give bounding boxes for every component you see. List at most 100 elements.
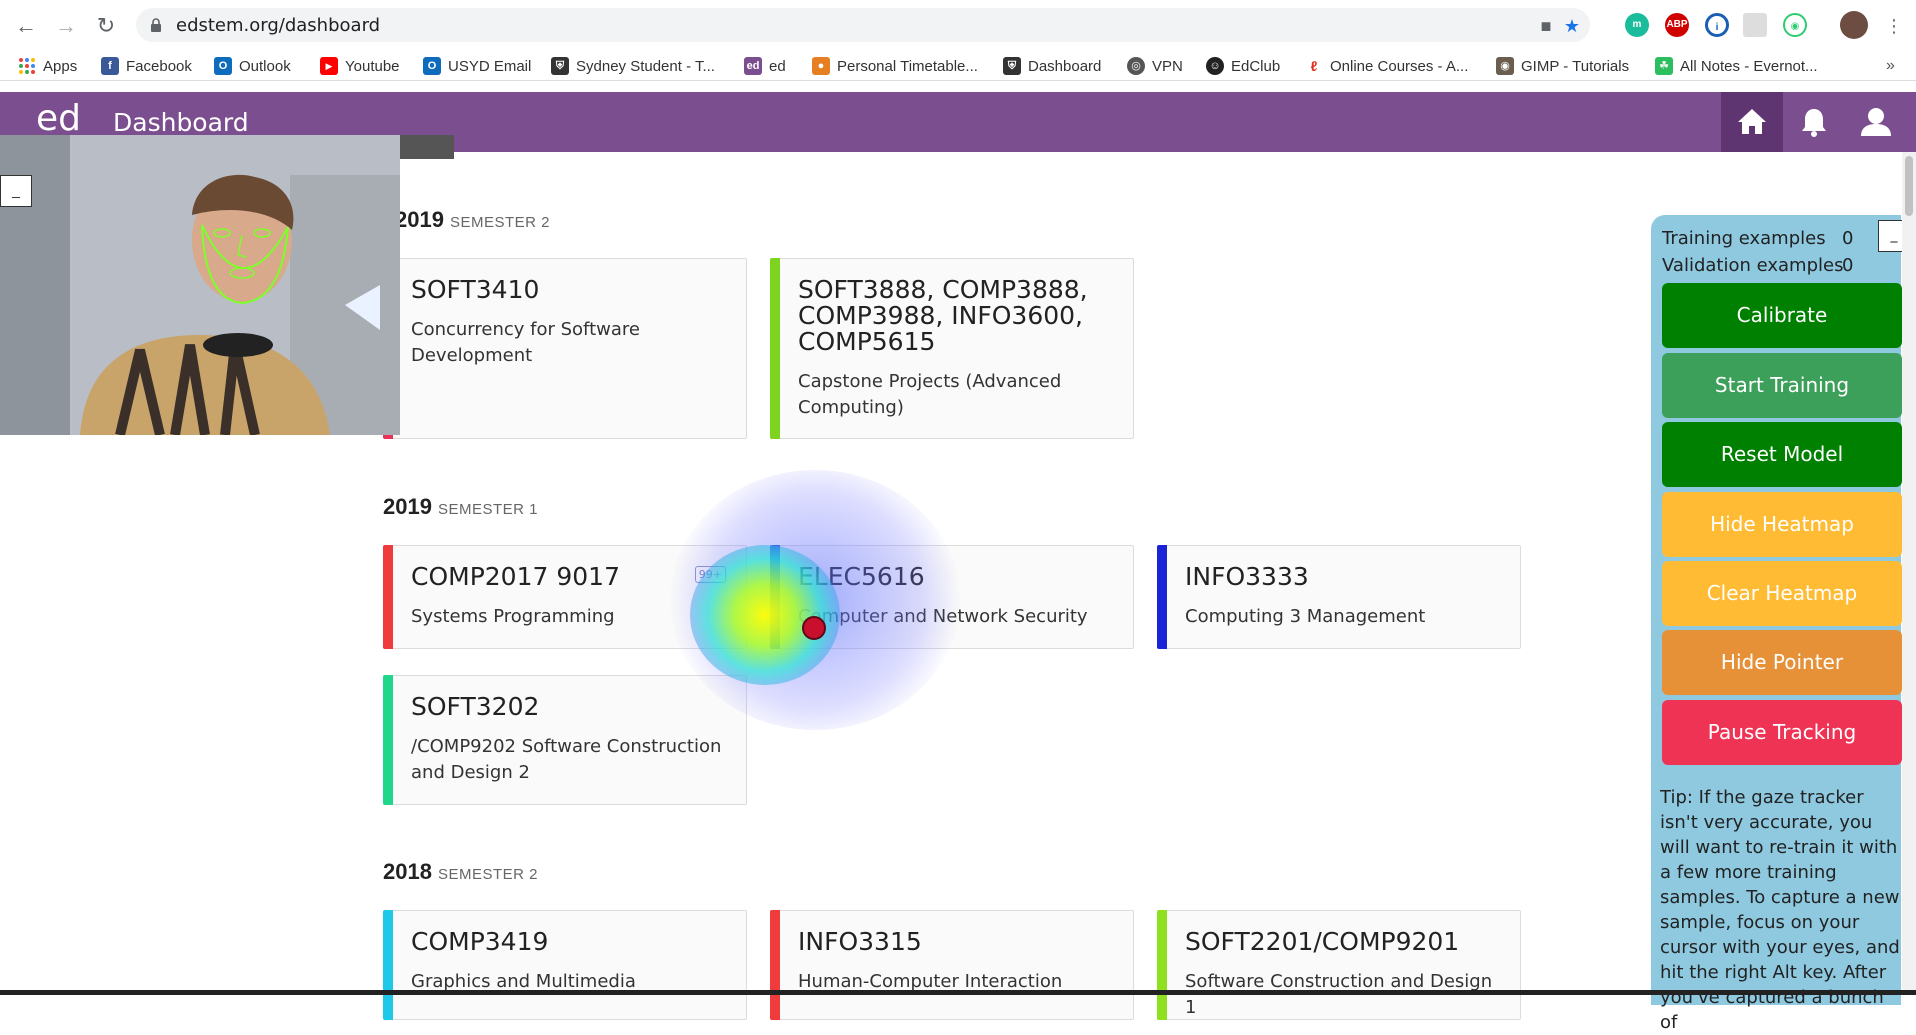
hide-pointer-button[interactable]: Hide Pointer <box>1662 630 1902 695</box>
bookmark-outlook[interactable]: O Outlook <box>214 56 291 76</box>
course-card-comp2017[interactable]: COMP2017 9017 Systems Programming 99+ <box>383 545 747 649</box>
password-manager-icon[interactable]: i <box>1705 13 1729 37</box>
course-name: Capstone Projects (Advanced Computing) <box>798 371 1062 418</box>
bookmark-facebook[interactable]: f Facebook <box>101 56 192 76</box>
course-name: Computer and Network Security <box>798 606 1088 627</box>
bookmark-evernote[interactable]: ☘ All Notes - Evernot... <box>1655 56 1818 76</box>
address-bar[interactable]: edstem.org/dashboard ■ ★ <box>136 8 1590 42</box>
course-card-soft2201[interactable]: SOFT2201/COMP9201 Software Construction … <box>1157 910 1521 1020</box>
back-arrow-icon[interactable]: ← <box>12 12 40 40</box>
browser-toolbar: ← → ↻ edstem.org/dashboard ■ ★ m ABP i ◉… <box>0 0 1916 50</box>
semester-label: SEMESTER 2 <box>449 214 550 231</box>
webcam-overlay-tab <box>400 135 454 159</box>
semester-heading: 2019 SEMESTER 2 <box>395 207 550 233</box>
bookmark-dashboard[interactable]: ⛨ Dashboard <box>1003 56 1101 76</box>
course-card-capstone[interactable]: SOFT3888, COMP3888, COMP3988, INFO3600, … <box>770 258 1134 439</box>
extension-green-icon[interactable]: ◉ <box>1783 13 1807 37</box>
course-code: SOFT3888, COMP3888, COMP3988, INFO3600, … <box>798 275 1088 356</box>
bookmark-personal-timetable[interactable]: ● Personal Timetable... <box>812 56 978 76</box>
pause-tracking-button[interactable]: Pause Tracking <box>1662 700 1902 765</box>
course-code: INFO3333 <box>1185 562 1309 591</box>
bookmark-label: Dashboard <box>1028 57 1102 75</box>
course-card-info3315[interactable]: INFO3315 Human-Computer Interaction <box>770 910 1134 1020</box>
bookmark-usyd-email[interactable]: O USYD Email <box>423 56 531 76</box>
url-text[interactable]: edstem.org/dashboard <box>176 15 380 36</box>
usyd-shield-icon: ⛨ <box>1003 57 1021 75</box>
reload-icon[interactable]: ↻ <box>92 12 120 40</box>
course-color-bar <box>770 545 780 649</box>
course-color-bar <box>1157 910 1167 1020</box>
camera-icon[interactable]: ■ <box>1536 16 1556 36</box>
home-button[interactable] <box>1721 92 1783 152</box>
hide-heatmap-button[interactable]: Hide Heatmap <box>1662 492 1902 557</box>
course-name: Software Construction and Design 1 <box>1185 971 1493 1018</box>
adblock-icon[interactable]: ABP <box>1665 13 1689 37</box>
training-examples-label: Training examples <box>1662 228 1826 249</box>
semester-year: 2018 <box>383 859 432 884</box>
bookmark-label: Online Courses - A... <box>1330 57 1469 75</box>
bookmark-label: Youtube <box>345 57 400 75</box>
unread-count-badge: 99+ <box>694 566 726 583</box>
edclub-icon: ☺ <box>1206 57 1224 75</box>
bookmark-online-courses[interactable]: ℓ Online Courses - A... <box>1305 56 1468 76</box>
bookmark-label: Outlook <box>239 57 291 75</box>
bookmark-label: GIMP - Tutorials <box>1521 57 1630 75</box>
extension-blank-icon[interactable] <box>1743 13 1767 37</box>
bookmark-label: Personal Timetable... <box>837 57 978 75</box>
course-color-bar <box>1157 545 1167 649</box>
semester-year: 2019 <box>395 207 444 232</box>
ed-logo[interactable]: ed <box>36 98 81 139</box>
forward-arrow-icon[interactable]: → <box>52 12 80 40</box>
clear-heatmap-button[interactable]: Clear Heatmap <box>1662 561 1902 626</box>
reset-model-button[interactable]: Reset Model <box>1662 422 1902 487</box>
validation-examples-count: 0 <box>1842 255 1854 276</box>
bookmark-sydney-student[interactable]: ⛨ Sydney Student - T... <box>551 56 715 76</box>
bookmark-label: Apps <box>43 57 78 75</box>
evernote-icon: ☘ <box>1655 57 1673 75</box>
webcam-minimize-button[interactable]: _ <box>0 175 32 207</box>
course-code: SOFT3202 <box>411 692 540 721</box>
semester-label: SEMESTER 2 <box>437 866 538 883</box>
bookmark-apps[interactable]: Apps <box>18 56 77 76</box>
bookmark-label: Facebook <box>126 57 192 75</box>
bookmark-label: ed <box>769 57 786 75</box>
profile-avatar-icon[interactable] <box>1840 11 1868 39</box>
youtube-icon: ▶ <box>320 57 338 75</box>
facebook-icon: f <box>101 57 119 75</box>
course-code: COMP3419 <box>411 927 549 956</box>
start-training-button[interactable]: Start Training <box>1662 353 1902 418</box>
course-name: Computing 3 Management <box>1185 606 1426 627</box>
ed-icon: ed <box>744 57 762 75</box>
user-account-button[interactable] <box>1845 92 1907 152</box>
course-card-comp3419[interactable]: COMP3419 Graphics and Multimedia <box>383 910 747 1020</box>
course-color-bar <box>383 545 393 649</box>
bookmark-edclub[interactable]: ☺ EdClub <box>1206 56 1280 76</box>
bookmark-label: USYD Email <box>448 57 532 75</box>
extension-m-icon[interactable]: m <box>1625 13 1649 37</box>
course-name: Concurrency for Software Development <box>411 319 640 366</box>
notifications-button[interactable] <box>1783 92 1845 152</box>
page-scrollbar[interactable] <box>1902 152 1916 992</box>
course-code: ELEC5616 <box>798 562 925 591</box>
validation-examples-label: Validation examples <box>1662 255 1844 276</box>
gaze-pointer <box>802 616 826 640</box>
semester-label: SEMESTER 1 <box>437 501 538 518</box>
star-icon[interactable]: ★ <box>1562 16 1582 36</box>
bookmark-gimp[interactable]: ◉ GIMP - Tutorials <box>1496 56 1629 76</box>
bookmark-vpn[interactable]: ◎ VPN <box>1127 56 1183 76</box>
scrollbar-thumb[interactable] <box>1905 156 1913 216</box>
course-card-info3333[interactable]: INFO3333 Computing 3 Management <box>1157 545 1521 649</box>
menu-dots-icon[interactable]: ⋮ <box>1880 12 1908 40</box>
more-bookmarks-chevron-icon[interactable]: » <box>1886 56 1895 76</box>
course-card-soft3410[interactable]: SOFT3410 Concurrency for Software Develo… <box>383 258 747 439</box>
home-icon <box>1738 109 1766 134</box>
course-card-soft3202[interactable]: SOFT3202 /COMP9202 Software Construction… <box>383 675 747 805</box>
timetable-icon: ● <box>812 57 830 75</box>
bookmark-youtube[interactable]: ▶ Youtube <box>320 56 400 76</box>
tip-text: Tip: If the gaze tracker isn't very accu… <box>1660 787 1900 1033</box>
bookmark-ed[interactable]: ed ed <box>744 56 786 76</box>
calibrate-button[interactable]: Calibrate <box>1662 283 1902 348</box>
course-code: SOFT3410 <box>411 275 540 304</box>
course-color-bar <box>770 910 780 1020</box>
user-icon <box>1861 108 1891 136</box>
